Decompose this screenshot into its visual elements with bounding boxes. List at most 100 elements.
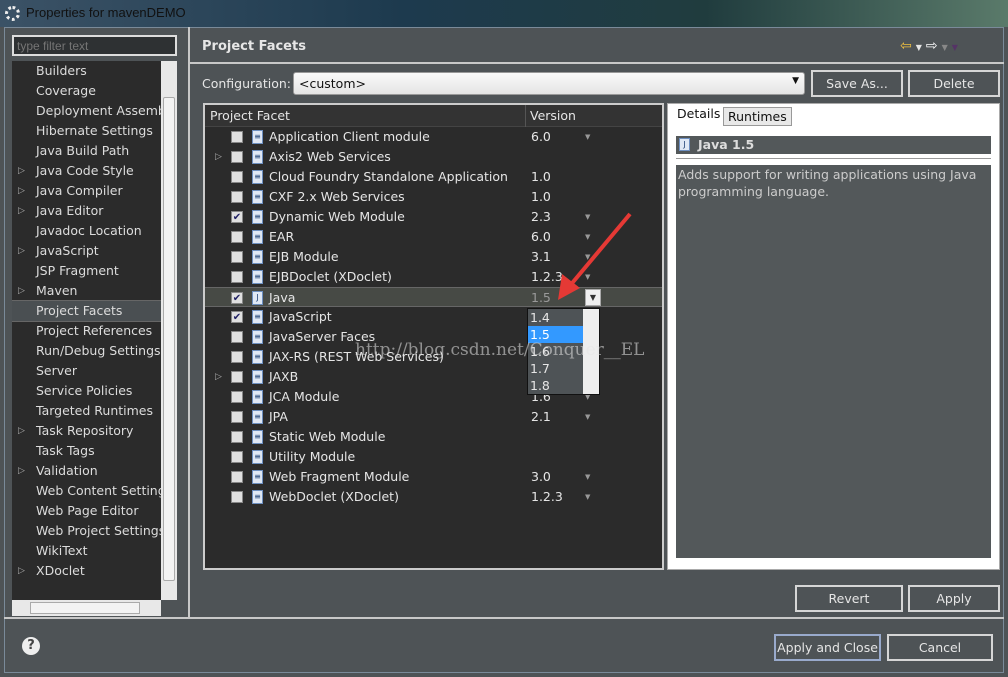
facet-row[interactable]: ≡ WebDoclet (XDoclet) 1.2.3 ▼	[205, 487, 662, 507]
facet-checkbox[interactable]	[231, 131, 243, 143]
version-option[interactable]: 1.5	[528, 326, 583, 343]
facet-version[interactable]: 1.0	[531, 167, 551, 187]
expand-icon[interactable]: ▷	[18, 561, 25, 581]
chevron-down-icon[interactable]: ▼	[585, 127, 590, 147]
chevron-down-icon[interactable]: ▼	[916, 43, 926, 52]
expand-icon[interactable]: ▷	[18, 241, 25, 261]
delete-button[interactable]: Delete	[908, 70, 1000, 97]
version-option[interactable]: 1.8	[528, 377, 583, 394]
facet-row[interactable]: ≡ Application Client module 6.0 ▼	[205, 127, 662, 147]
sidebar-item[interactable]: ▷ Java Compiler	[12, 181, 161, 201]
expand-icon[interactable]: ▷	[215, 147, 222, 167]
facet-checkbox[interactable]: ✔	[231, 292, 243, 304]
save-as-button[interactable]: Save As...	[811, 70, 903, 97]
scroll-thumb[interactable]	[163, 97, 175, 581]
sidebar-item[interactable]: ▷ Java Editor	[12, 201, 161, 221]
facet-version[interactable]: 2.1	[531, 407, 551, 427]
facet-row[interactable]: ≡ Cloud Foundry Standalone Application 1.0	[205, 167, 662, 187]
facet-checkbox[interactable]	[231, 391, 243, 403]
facet-version[interactable]: 3.0	[531, 467, 551, 487]
facet-checkbox[interactable]	[231, 471, 243, 483]
facet-checkbox[interactable]	[231, 451, 243, 463]
facet-version[interactable]: 6.0	[531, 227, 551, 247]
forward-arrow-icon[interactable]: ⇨	[926, 38, 942, 54]
dropdown-scrollbar[interactable]	[583, 309, 599, 394]
facet-version[interactable]: 1.0	[531, 187, 551, 207]
menu-icon[interactable]: ▼	[952, 43, 962, 52]
version-option[interactable]: 1.7	[528, 360, 583, 377]
sidebar-item[interactable]: Web Page Editor	[12, 501, 161, 521]
facet-checkbox[interactable]	[231, 411, 243, 423]
facet-row[interactable]: ≡ CXF 2.x Web Services 1.0	[205, 187, 662, 207]
facet-checkbox[interactable]	[231, 351, 243, 363]
facet-checkbox[interactable]	[231, 431, 243, 443]
sidebar-item[interactable]: Service Policies	[12, 381, 161, 401]
facet-checkbox[interactable]: ✔	[231, 211, 243, 223]
facet-checkbox[interactable]	[231, 171, 243, 183]
chevron-down-icon[interactable]: ▼	[585, 487, 590, 507]
version-combo-button[interactable]: ▼	[585, 289, 601, 306]
filter-input[interactable]	[12, 35, 177, 56]
configuration-select[interactable]: <custom> ▼	[293, 72, 805, 95]
facet-version[interactable]: 6.0	[531, 127, 551, 147]
sidebar-item[interactable]: ▷ Java Code Style	[12, 161, 161, 181]
facet-row[interactable]: ≡ Utility Module	[205, 447, 662, 467]
sidebar-item[interactable]: Task Tags	[12, 441, 161, 461]
cancel-button[interactable]: Cancel	[887, 634, 993, 661]
sidebar-item[interactable]: ▷ JavaScript	[12, 241, 161, 261]
facet-checkbox[interactable]	[231, 331, 243, 343]
expand-icon[interactable]: ▷	[215, 367, 222, 387]
facet-checkbox[interactable]	[231, 151, 243, 163]
expand-icon[interactable]: ▷	[18, 181, 25, 201]
facet-version[interactable]: 1.5	[531, 288, 551, 308]
sidebar-item[interactable]: Server	[12, 361, 161, 381]
sidebar-item[interactable]: ▷ Validation	[12, 461, 161, 481]
facet-row[interactable]: ≡ JPA 2.1 ▼	[205, 407, 662, 427]
sidebar-item[interactable]: Deployment Assembly	[12, 101, 161, 121]
sidebar-item[interactable]: JSP Fragment	[12, 261, 161, 281]
expand-icon[interactable]: ▷	[18, 161, 25, 181]
apply-button[interactable]: Apply	[908, 585, 1000, 612]
sidebar-item[interactable]: Targeted Runtimes	[12, 401, 161, 421]
expand-icon[interactable]: ▷	[18, 461, 25, 481]
chevron-down-icon[interactable]: ▼	[942, 43, 952, 52]
version-option[interactable]: 1.6	[528, 343, 583, 360]
facet-row[interactable]: ▷ ≡ Axis2 Web Services	[205, 147, 662, 167]
sidebar-item[interactable]: ▷ Maven	[12, 281, 161, 301]
scroll-thumb[interactable]	[30, 602, 140, 614]
tab-runtimes[interactable]: Runtimes	[723, 107, 792, 126]
nav-buttons[interactable]: ⇦▼⇨▼▼	[900, 38, 962, 54]
facet-checkbox[interactable]	[231, 191, 243, 203]
sidebar-item[interactable]: Hibernate Settings	[12, 121, 161, 141]
help-icon[interactable]: ?	[22, 637, 40, 655]
sidebar-item[interactable]: Run/Debug Settings	[12, 341, 161, 361]
sidebar-item[interactable]: ▷ Task Repository	[12, 421, 161, 441]
sidebar-item[interactable]: Java Build Path	[12, 141, 161, 161]
sidebar-item[interactable]: Project References	[12, 321, 161, 341]
facet-version[interactable]: 3.1	[531, 247, 551, 267]
facet-checkbox[interactable]	[231, 251, 243, 263]
facet-checkbox[interactable]: ✔	[231, 311, 243, 323]
facet-checkbox[interactable]	[231, 371, 243, 383]
facet-row[interactable]: ≡ Web Fragment Module 3.0 ▼	[205, 467, 662, 487]
facet-version[interactable]: 2.3	[531, 207, 551, 227]
back-arrow-icon[interactable]: ⇦	[900, 38, 916, 54]
sidebar-item[interactable]: Javadoc Location	[12, 221, 161, 241]
column-header-facet[interactable]: Project Facet	[210, 108, 290, 123]
sidebar-item[interactable]: Coverage	[12, 81, 161, 101]
tab-details[interactable]: Details	[672, 105, 726, 127]
facet-version[interactable]: 1.2.3	[531, 487, 563, 507]
facet-checkbox[interactable]	[231, 491, 243, 503]
expand-icon[interactable]: ▷	[18, 421, 25, 441]
sidebar-item[interactable]: Builders	[12, 61, 161, 81]
sidebar-item[interactable]: Web Project Settings	[12, 521, 161, 541]
expand-icon[interactable]: ▷	[18, 281, 25, 301]
facet-checkbox[interactable]	[231, 231, 243, 243]
facet-checkbox[interactable]	[231, 271, 243, 283]
sidebar-item[interactable]: Web Content Settings	[12, 481, 161, 501]
sidebar-item[interactable]: ▷ XDoclet	[12, 561, 161, 581]
facet-row[interactable]: ≡ Static Web Module	[205, 427, 662, 447]
revert-button[interactable]: Revert	[795, 585, 903, 612]
chevron-down-icon[interactable]: ▼	[585, 467, 590, 487]
expand-icon[interactable]: ▷	[18, 201, 25, 221]
